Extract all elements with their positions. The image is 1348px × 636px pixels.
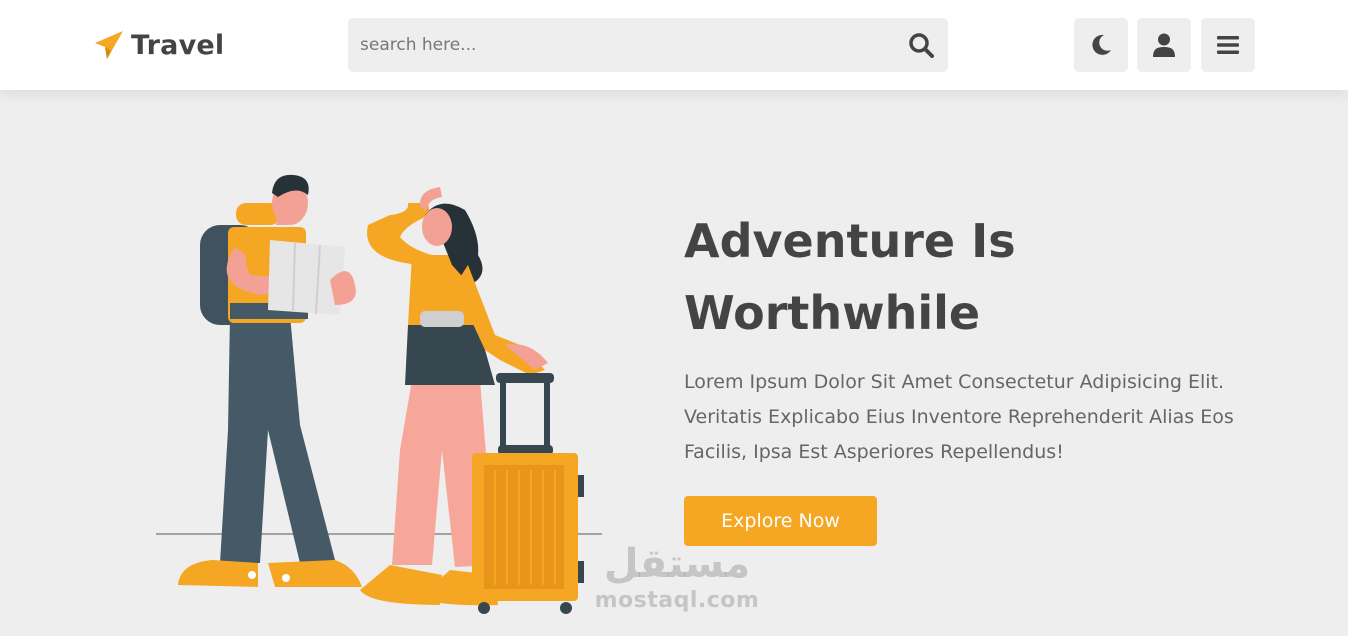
watermark-latin: mostaql.com	[594, 588, 760, 613]
user-icon	[1153, 33, 1175, 57]
hero-content: Adventure Is Worthwhile Lorem Ipsum Dolo…	[684, 205, 1284, 546]
explore-now-button[interactable]: Explore Now	[684, 496, 877, 546]
search-button[interactable]	[894, 18, 948, 72]
watermark-arabic: مستقل	[603, 541, 751, 587]
watermark: مستقل mostaql.com	[592, 540, 762, 614]
hero-description: Lorem Ipsum Dolor Sit Amet Consectetur A…	[684, 371, 1234, 463]
menu-icon	[1217, 36, 1239, 54]
user-button[interactable]	[1137, 18, 1191, 72]
search-icon	[909, 33, 934, 58]
header: Travel	[0, 0, 1348, 90]
search-input[interactable]	[348, 18, 894, 72]
travelers-couple-illustration	[156, 174, 602, 614]
logo-text: Travel	[131, 29, 225, 61]
hero-title: Adventure Is Worthwhile	[684, 205, 1284, 349]
theme-toggle-button[interactable]	[1074, 18, 1128, 72]
logo[interactable]: Travel	[93, 27, 224, 63]
hero-title-line2: Worthwhile	[684, 286, 981, 340]
hero-title-line1: Adventure Is	[684, 214, 1016, 268]
menu-button[interactable]	[1201, 18, 1255, 72]
search-bar	[348, 18, 948, 72]
moon-icon	[1092, 34, 1111, 55]
paper-plane-icon	[95, 31, 123, 59]
